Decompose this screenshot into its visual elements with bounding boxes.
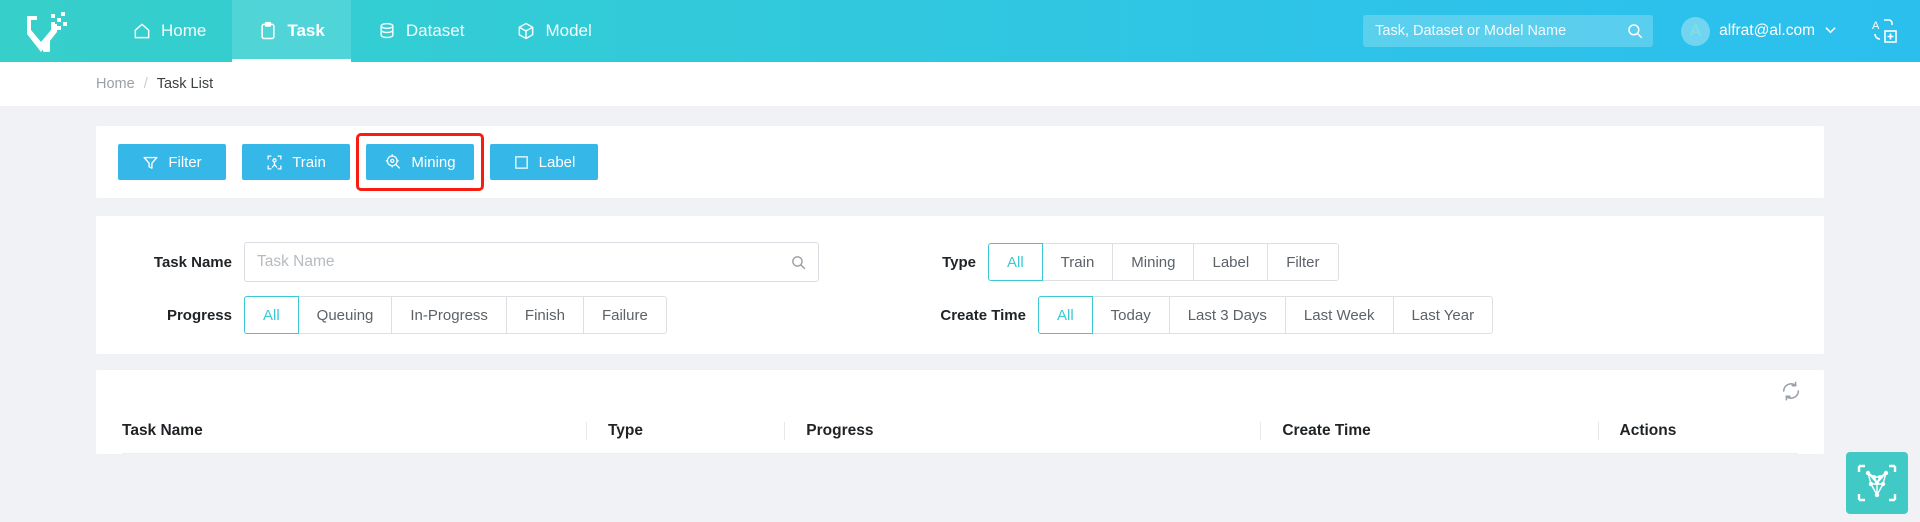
- column-header-task-name: Task Name: [122, 421, 203, 439]
- create-time-segmented-control: All Today Last 3 Days Last Week Last Yea…: [1038, 296, 1494, 334]
- task-name-input[interactable]: [245, 243, 818, 281]
- type-segmented-control: All Train Mining Label Filter: [988, 243, 1339, 281]
- create-time-option-last3days[interactable]: Last 3 Days: [1169, 296, 1286, 334]
- breadcrumb: Home / Task List: [0, 62, 1920, 106]
- type-option-filter[interactable]: Filter: [1268, 243, 1339, 281]
- create-time-option-all[interactable]: All: [1038, 296, 1093, 334]
- filter-row-2: Progress All Queuing In-Progress Finish …: [96, 296, 1824, 334]
- progress-option-queuing[interactable]: Queuing: [298, 296, 393, 334]
- train-button-label: Train: [292, 153, 326, 171]
- nav-label-model: Model: [545, 21, 592, 40]
- breadcrumb-separator: /: [143, 76, 148, 92]
- top-navigation-bar: Home Task Dataset Model Task, Dataset or…: [0, 0, 1920, 62]
- nav-label-dataset: Dataset: [405, 21, 465, 40]
- search-icon[interactable]: [790, 254, 807, 271]
- filter-row-1: Task Name Type All Train Mining Label: [96, 242, 1824, 282]
- type-filter: Type All Train Mining Label Filter: [906, 243, 1339, 281]
- column-header-progress: Progress: [806, 422, 1282, 440]
- search-icon[interactable]: [1626, 22, 1644, 40]
- nav-item-dataset[interactable]: Dataset: [351, 0, 491, 62]
- progress-option-finish[interactable]: Finish: [506, 296, 584, 334]
- page-content: Filter Train Mining Label Task Name Task…: [0, 106, 1920, 454]
- column-header-type: Type: [608, 422, 806, 440]
- progress-segmented-control: All Queuing In-Progress Finish Failure: [244, 296, 667, 334]
- table-header-row: Task Name Type Progress Create Time Acti…: [122, 408, 1798, 454]
- label-button[interactable]: Label: [490, 144, 598, 180]
- filter-panel: Task Name Type All Train Mining Label: [96, 216, 1824, 354]
- type-option-train[interactable]: Train: [1042, 243, 1114, 281]
- app-logo[interactable]: [18, 8, 76, 54]
- main-nav: Home Task Dataset Model: [106, 0, 618, 62]
- type-option-all[interactable]: All: [988, 243, 1043, 281]
- mining-button[interactable]: Mining: [366, 144, 474, 180]
- table-toolbar: [96, 374, 1824, 408]
- global-search-input[interactable]: [1363, 15, 1654, 47]
- create-time-option-lastyear[interactable]: Last Year: [1393, 296, 1494, 334]
- svg-text:A: A: [1872, 20, 1880, 32]
- task-name-filter: Task Name: [96, 242, 906, 282]
- create-time-option-lastweek[interactable]: Last Week: [1285, 296, 1394, 334]
- type-option-mining[interactable]: Mining: [1113, 243, 1195, 281]
- refresh-icon[interactable]: [1780, 380, 1802, 402]
- user-name: alfrat@al.com: [1719, 22, 1815, 39]
- mining-button-highlight: Mining: [356, 133, 484, 191]
- type-option-label[interactable]: Label: [1194, 243, 1269, 281]
- filter-button[interactable]: Filter: [118, 144, 226, 180]
- column-header-create-time: Create Time: [1282, 422, 1619, 440]
- nav-item-home[interactable]: Home: [106, 0, 232, 62]
- task-name-label: Task Name: [153, 253, 232, 271]
- column-header-actions: Actions: [1620, 422, 1799, 440]
- create-time-option-today[interactable]: Today: [1092, 296, 1170, 334]
- dataset-icon: [377, 21, 397, 41]
- progress-option-in-progress[interactable]: In-Progress: [392, 296, 507, 334]
- chevron-down-icon[interactable]: [1825, 25, 1836, 37]
- nav-item-model[interactable]: Model: [490, 0, 617, 62]
- breadcrumb-current: Task List: [156, 76, 214, 92]
- breadcrumb-home[interactable]: Home: [96, 76, 135, 92]
- task-icon: [258, 21, 278, 41]
- floating-assistant-button[interactable]: [1846, 452, 1908, 514]
- nav-right-cluster: A alfrat@al.com A: [1363, 0, 1920, 62]
- nav-item-task[interactable]: Task: [232, 0, 351, 62]
- task-name-input-wrap[interactable]: [244, 242, 819, 282]
- language-switch-icon[interactable]: A: [1872, 18, 1898, 44]
- progress-option-all[interactable]: All: [244, 296, 299, 334]
- filter-button-label: Filter: [168, 153, 202, 171]
- label-button-label: Label: [538, 153, 576, 171]
- global-search[interactable]: [1363, 15, 1654, 47]
- mining-button-label: Mining: [411, 153, 456, 171]
- home-icon: [132, 21, 152, 41]
- progress-label: Progress: [166, 306, 232, 324]
- task-table: Task Name Type Progress Create Time Acti…: [96, 370, 1824, 454]
- avatar: A: [1681, 16, 1711, 46]
- nav-label-home: Home: [161, 21, 207, 40]
- train-button[interactable]: Train: [242, 144, 350, 180]
- create-time-filter: Create Time All Today Last 3 Days Last W…: [906, 296, 1494, 334]
- create-time-label: Create Time: [940, 306, 1026, 324]
- user-menu[interactable]: A alfrat@al.com: [1681, 16, 1836, 46]
- action-toolbar: Filter Train Mining Label: [96, 126, 1824, 198]
- progress-filter: Progress All Queuing In-Progress Finish …: [96, 296, 906, 334]
- model-icon: [516, 21, 536, 41]
- nav-label-task: Task: [287, 21, 325, 40]
- progress-option-failure[interactable]: Failure: [583, 296, 667, 334]
- type-label: Type: [942, 253, 976, 271]
